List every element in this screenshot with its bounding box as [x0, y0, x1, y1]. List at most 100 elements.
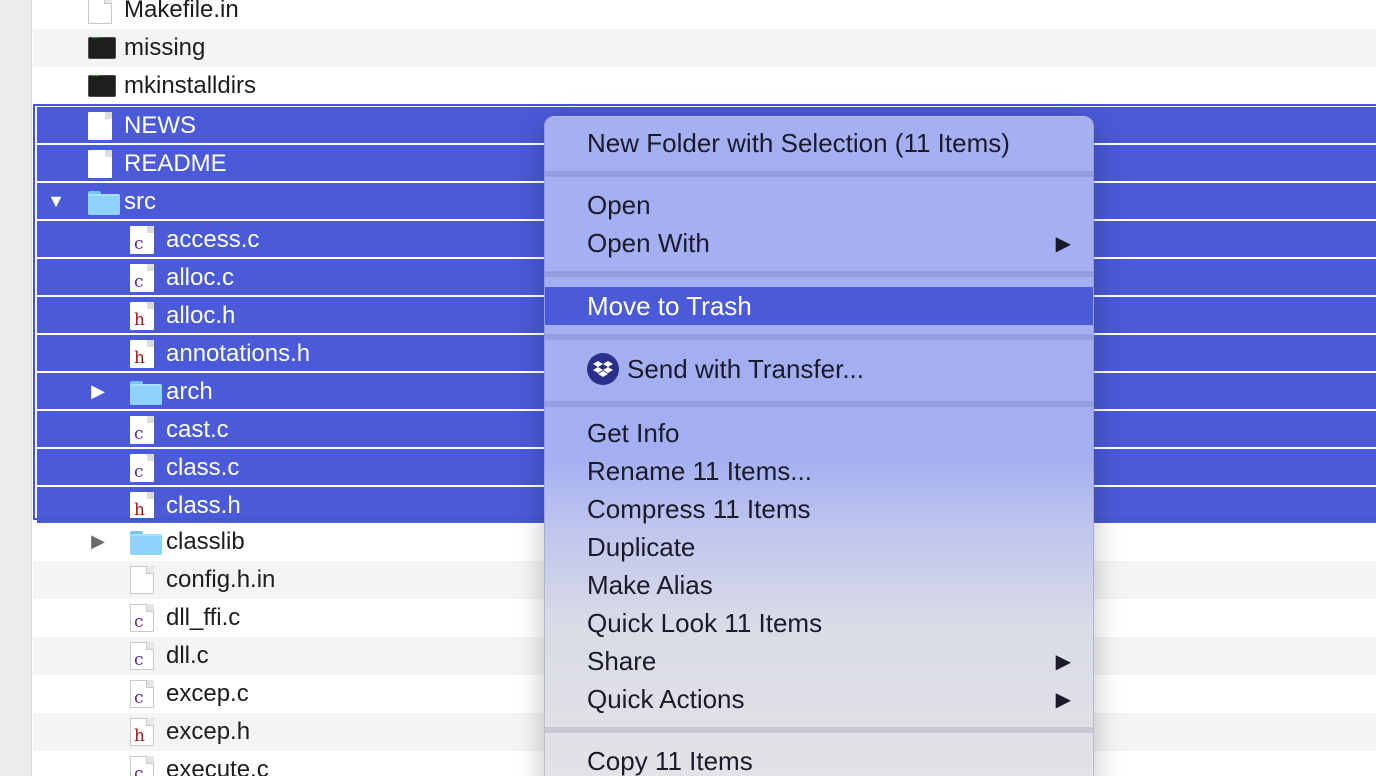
file-type-letter: h: [134, 726, 145, 746]
menu-item-label: Duplicate: [587, 531, 696, 562]
folder-icon: [130, 381, 162, 405]
menu-item-label: Open: [587, 189, 651, 220]
c-source-file-icon: c: [130, 642, 154, 670]
file-name: excep.h: [166, 718, 251, 745]
file-name: NEWS: [124, 112, 196, 139]
menu-item-quick-actions[interactable]: Quick Actions ▶: [545, 680, 1093, 718]
file-name: alloc.h: [166, 302, 236, 329]
header-file-icon: h: [130, 492, 154, 520]
file-name: excep.c: [166, 680, 249, 707]
file-name: class.h: [166, 492, 241, 519]
file-type-letter: c: [134, 462, 144, 482]
disclosure-closed-icon[interactable]: ▶: [88, 381, 108, 401]
disclosure-open-icon[interactable]: ▼: [46, 191, 66, 211]
file-type-letter: h: [134, 310, 145, 330]
menu-separator: [545, 401, 1093, 407]
terminal-exec-icon: [88, 73, 116, 97]
menu-item-label: Quick Actions: [587, 683, 745, 714]
file-row[interactable]: missing: [33, 29, 1376, 67]
document-icon: [88, 0, 112, 24]
file-row[interactable]: Makefile.in: [33, 0, 1376, 29]
header-file-icon: h: [130, 302, 154, 330]
file-type-letter: c: [134, 612, 144, 632]
header-file-icon: h: [130, 718, 154, 746]
menu-item-label: Rename 11 Items...: [587, 455, 812, 486]
file-name: README: [124, 150, 227, 177]
file-type-letter: c: [134, 650, 144, 670]
menu-separator: [545, 271, 1093, 277]
menu-item-label: Open With: [587, 227, 710, 258]
sidebar-edge: [0, 0, 32, 776]
menu-item-label: Get Info: [587, 417, 680, 448]
submenu-arrow-icon: ▶: [1055, 651, 1071, 673]
menu-item-make-alias[interactable]: Make Alias: [545, 566, 1093, 604]
menu-separator: [545, 171, 1093, 177]
file-name: mkinstalldirs: [124, 72, 257, 99]
dropbox-transfer-icon: [587, 353, 619, 385]
menu-item-label: Share: [587, 645, 657, 676]
document-icon: [88, 150, 112, 178]
file-name: execute.c: [166, 756, 269, 776]
file-type-letter: c: [134, 424, 144, 444]
menu-item-new-folder-with-selection[interactable]: New Folder with Selection (11 Items): [545, 124, 1093, 162]
file-name: annotations.h: [166, 340, 311, 367]
menu-item-rename[interactable]: Rename 11 Items...: [545, 452, 1093, 490]
menu-item-label: Move to Trash: [587, 290, 752, 321]
file-name: class.c: [166, 454, 240, 481]
file-name: alloc.c: [166, 264, 235, 291]
context-menu: New Folder with Selection (11 Items) Ope…: [544, 116, 1094, 776]
file-type-letter: h: [134, 500, 145, 520]
header-file-icon: h: [130, 340, 154, 368]
c-source-file-icon: c: [130, 226, 154, 254]
menu-item-label: New Folder with Selection (11 Items): [587, 127, 1010, 158]
file-name: Makefile.in: [124, 0, 239, 23]
menu-separator: [545, 334, 1093, 340]
menu-separator: [545, 727, 1093, 733]
c-source-file-icon: c: [130, 680, 154, 708]
file-name: classlib: [166, 528, 245, 555]
file-type-letter: c: [134, 688, 144, 708]
submenu-arrow-icon: ▶: [1055, 689, 1071, 711]
c-source-file-icon: c: [130, 756, 154, 776]
file-row[interactable]: mkinstalldirs: [33, 67, 1376, 105]
file-name: missing: [124, 34, 206, 61]
menu-item-label: Quick Look 11 Items: [587, 607, 823, 638]
menu-item-duplicate[interactable]: Duplicate: [545, 528, 1093, 566]
menu-item-share[interactable]: Share ▶: [545, 642, 1093, 680]
file-name: src: [124, 188, 156, 215]
menu-item-label: Make Alias: [587, 569, 713, 600]
menu-item-open-with[interactable]: Open With ▶: [545, 224, 1093, 262]
menu-item-move-to-trash[interactable]: Move to Trash: [545, 287, 1093, 325]
file-type-letter: h: [134, 348, 145, 368]
file-type-letter: c: [134, 272, 144, 292]
menu-item-get-info[interactable]: Get Info: [545, 414, 1093, 452]
c-source-file-icon: c: [130, 264, 154, 292]
menu-item-compress[interactable]: Compress 11 Items: [545, 490, 1093, 528]
menu-item-copy[interactable]: Copy 11 Items: [545, 742, 1093, 776]
document-icon: [130, 566, 154, 594]
document-icon: [88, 112, 112, 140]
c-source-file-icon: c: [130, 604, 154, 632]
folder-icon: [88, 191, 120, 215]
disclosure-closed-icon[interactable]: ▶: [88, 531, 108, 551]
c-source-file-icon: c: [130, 416, 154, 444]
menu-item-label: Compress 11 Items: [587, 493, 811, 524]
dropbox-icon: [593, 361, 613, 377]
file-name: dll_ffi.c: [166, 604, 241, 631]
menu-item-send-with-transfer[interactable]: Send with Transfer...: [545, 350, 1093, 388]
file-name: config.h.in: [166, 566, 276, 593]
submenu-arrow-icon: ▶: [1055, 233, 1071, 255]
menu-item-label: Copy 11 Items: [587, 745, 753, 776]
file-type-letter: c: [134, 764, 144, 776]
folder-icon: [130, 531, 162, 555]
file-name: dll.c: [166, 642, 209, 669]
file-name: access.c: [166, 226, 260, 253]
file-name: arch: [166, 378, 213, 405]
file-type-letter: c: [134, 234, 144, 254]
menu-item-label: Send with Transfer...: [627, 353, 865, 384]
menu-item-open[interactable]: Open: [545, 186, 1093, 224]
menu-item-quick-look[interactable]: Quick Look 11 Items: [545, 604, 1093, 642]
terminal-exec-icon: [88, 35, 116, 59]
file-name: cast.c: [166, 416, 229, 443]
c-source-file-icon: c: [130, 454, 154, 482]
